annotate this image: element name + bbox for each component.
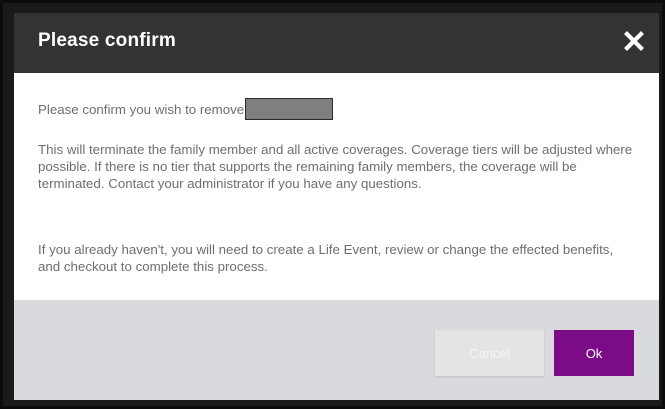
confirm-text: Please confirm you wish to remove [38, 102, 245, 117]
ok-button[interactable]: Ok [554, 330, 634, 376]
instruction-message: If you already haven't, you will need to… [38, 242, 614, 274]
confirm-message: Please confirm you wish to remove [38, 98, 638, 120]
cancel-button[interactable]: Cancel [435, 330, 544, 376]
window-frame: Please confirm Please confirm you wish t… [0, 0, 665, 409]
close-icon-glyph [624, 31, 644, 51]
dialog-footer: Cancel Ok [14, 300, 659, 400]
confirm-dialog: Please confirm Please confirm you wish t… [14, 13, 659, 400]
dialog-body: Please confirm you wish to remove This w… [14, 73, 659, 300]
dialog-title: Please confirm [38, 30, 176, 51]
dialog-header: Please confirm [14, 13, 659, 73]
redacted-member-name [245, 98, 334, 120]
close-icon[interactable] [623, 30, 645, 52]
warning-message: This will terminate the family member an… [38, 142, 633, 191]
